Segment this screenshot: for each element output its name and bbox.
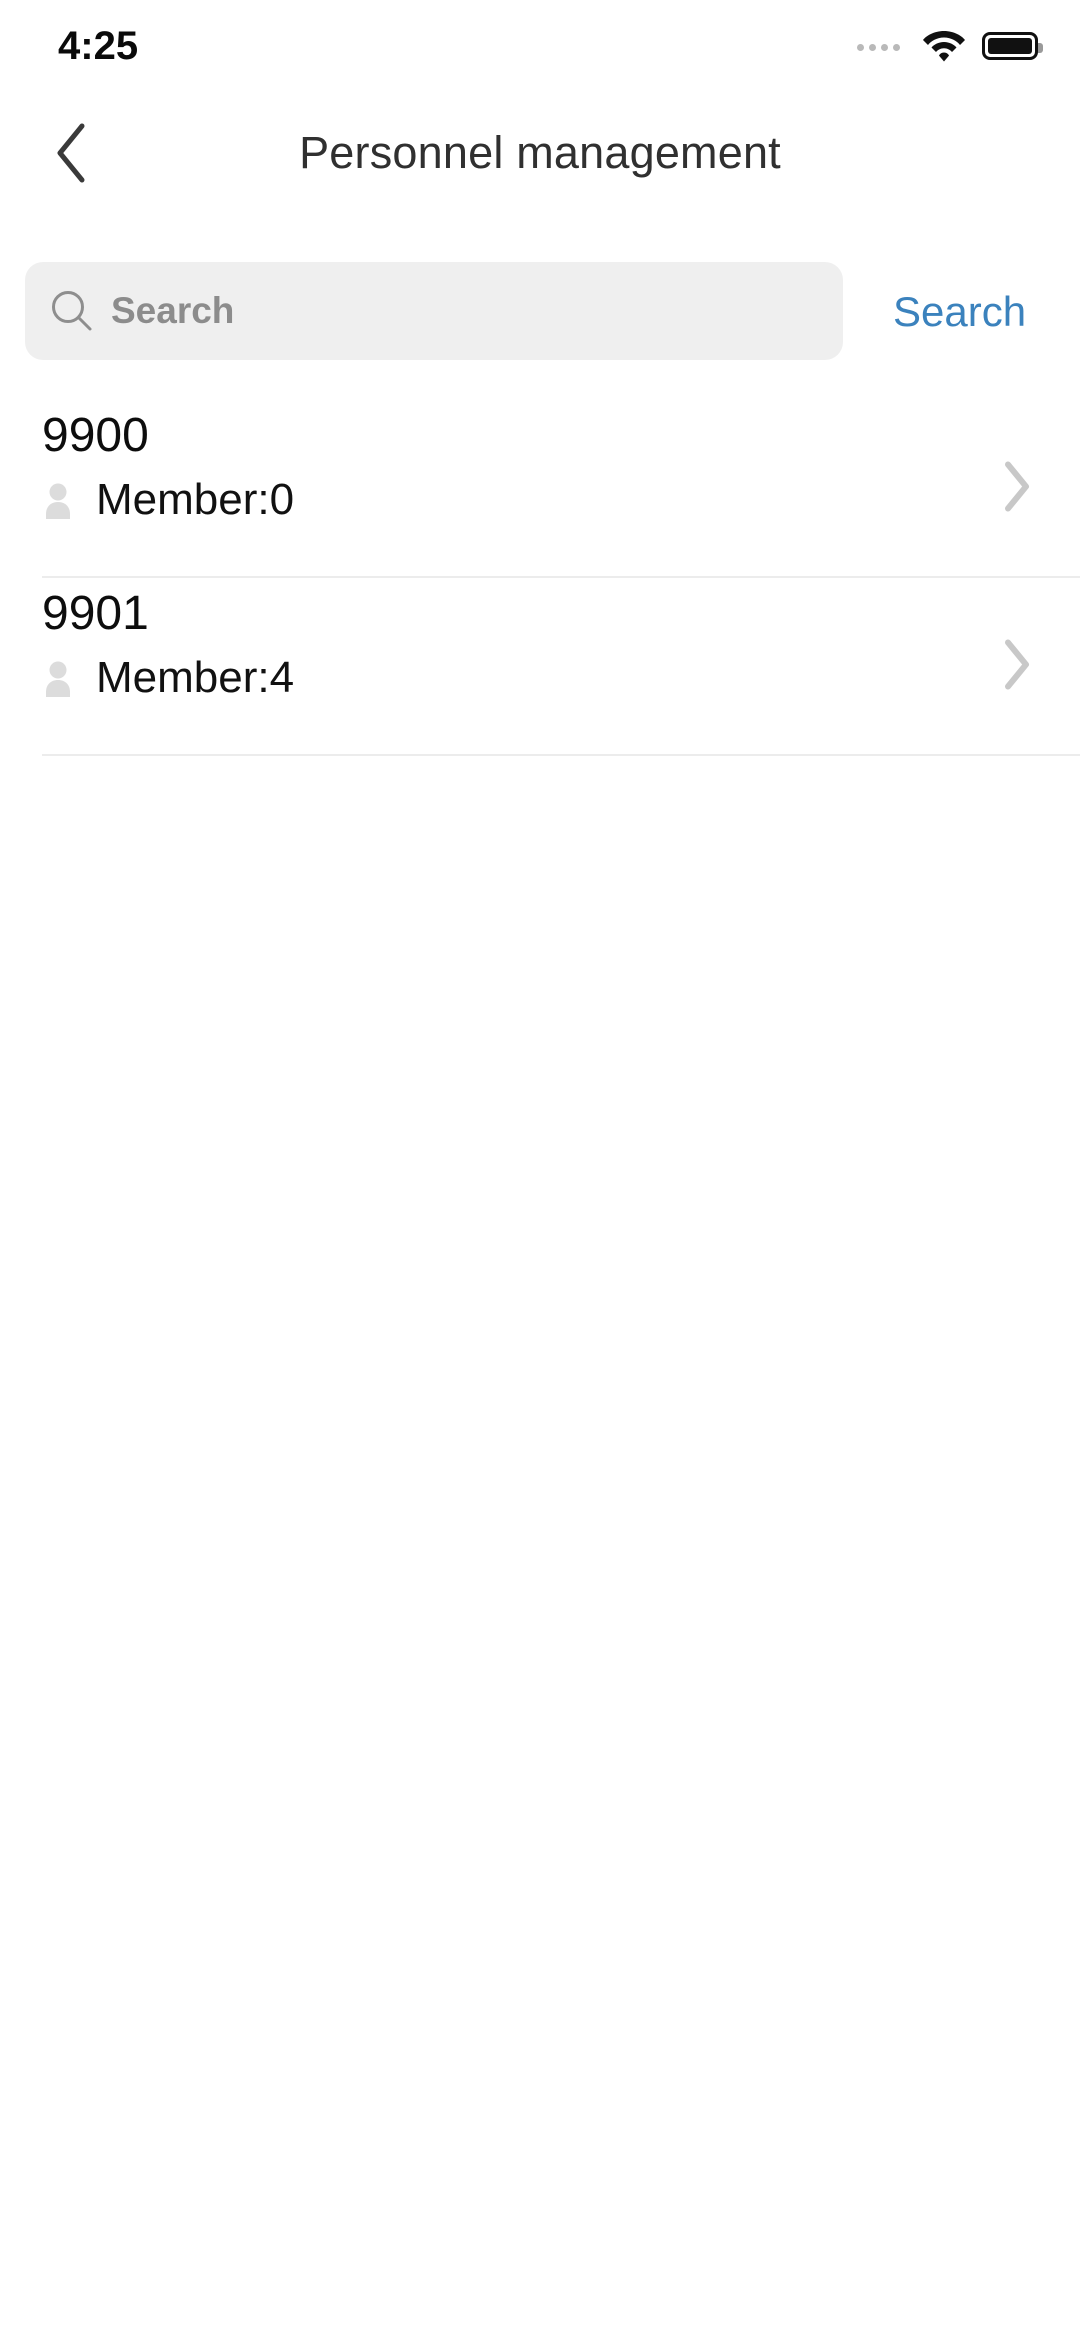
empty-content-area [0,756,1080,2339]
chevron-right-icon [1005,461,1029,512]
search-button[interactable]: Search [893,258,1026,366]
search-row: Search Search [0,258,1080,366]
search-input[interactable]: Search [25,262,843,360]
navigation-bar: Personnel management [0,92,1080,214]
wifi-icon [923,31,965,62]
row-chevron[interactable] [1002,639,1032,696]
row-member-count: Member:0 [96,475,295,524]
table-row[interactable]: 9900 Member:0 [0,400,1080,578]
search-placeholder: Search [111,290,235,331]
personnel-management-screen: 4:25 Personnel management Search Search … [0,0,1080,2339]
row-subtitle: Member:0 [42,478,294,522]
status-bar: 4:25 [0,0,1080,92]
table-row[interactable]: 9901 Member:4 [0,578,1080,756]
chevron-left-icon [57,123,85,183]
row-member-count: Member:4 [96,653,295,702]
status-bar-indicators [857,29,1043,63]
row-title: 9901 [42,587,149,640]
signal-dots-icon [857,43,900,51]
status-bar-time: 4:25 [58,24,139,68]
row-title: 9900 [42,409,149,462]
page-title: Personnel management [299,127,781,178]
row-chevron[interactable] [1002,461,1032,518]
personnel-list: 9900 Member:0 9901 Member:4 [0,400,1080,756]
search-icon [52,291,92,331]
back-button[interactable] [30,92,112,214]
row-subtitle: Member:4 [42,656,294,700]
battery-full-icon [982,32,1043,60]
chevron-right-icon [1005,639,1029,690]
person-icon [46,661,70,697]
person-icon [46,483,70,519]
